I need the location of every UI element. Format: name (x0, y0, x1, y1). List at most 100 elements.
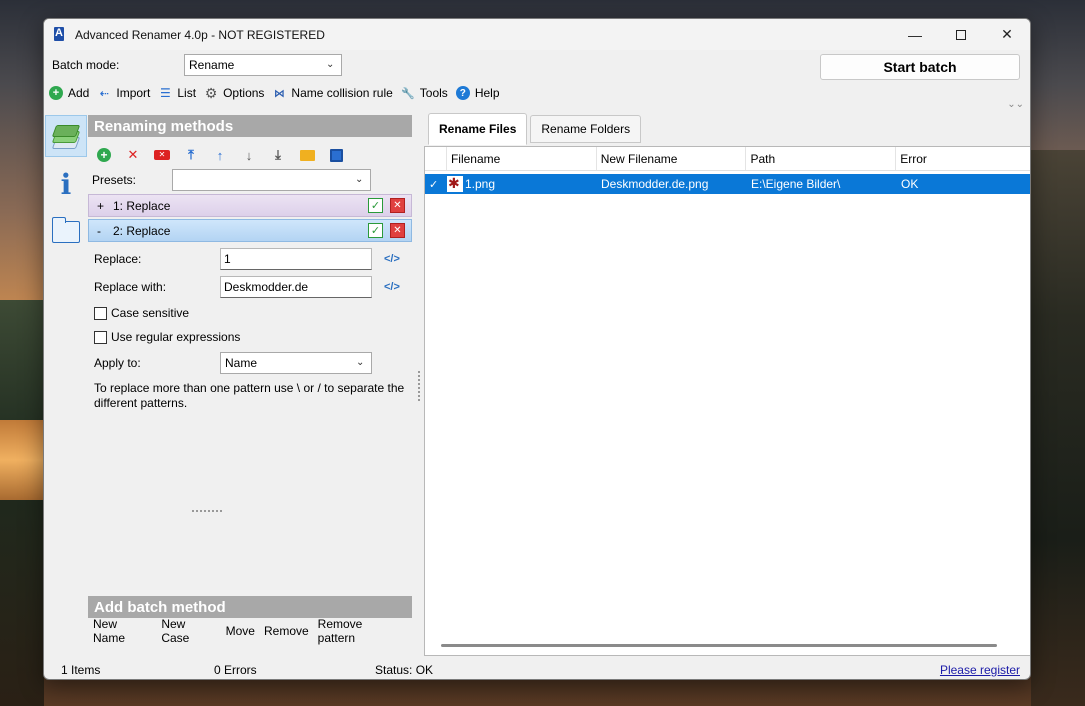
enable-checkbox[interactable]: ✓ (368, 198, 383, 213)
code-icon[interactable]: </> (384, 253, 400, 265)
move-up-button[interactable]: ↑ (212, 147, 228, 163)
expand-toggle[interactable]: + (97, 199, 113, 213)
case-sensitive-checkbox[interactable] (94, 306, 107, 320)
arrow-top-icon: ⤒ (188, 147, 194, 162)
arrow-bottom-icon: ⤓ (275, 147, 281, 162)
app-window: Advanced Renamer 4.0p - NOT REGISTERED —… (43, 18, 1031, 680)
register-link[interactable]: Please register (940, 663, 1020, 677)
move-bottom-button[interactable]: ⤓ (270, 147, 286, 163)
filename-value: 1.png (465, 177, 496, 191)
collapse-toggle[interactable]: - (97, 224, 113, 238)
replace-with-input[interactable]: Deskmodder.de (220, 276, 372, 298)
column-path[interactable]: Path (746, 147, 897, 170)
main-toolbar: + Add ⇠ Import ☰ List ⚙ Options ⋈ Name c… (49, 83, 508, 103)
apply-to-row: Apply to: Name ⌄ (88, 349, 412, 377)
add-button[interactable]: + Add (49, 86, 89, 100)
replace-row: Replace: 1 </> (88, 245, 412, 273)
tools-button[interactable]: 🔧 Tools (401, 86, 448, 100)
apply-to-select[interactable]: Name ⌄ (220, 352, 372, 374)
delete-method-button[interactable]: ✕ (390, 198, 405, 213)
enable-checkbox[interactable]: ✓ (368, 223, 383, 238)
layers-icon (51, 123, 81, 149)
list-label: List (177, 86, 197, 100)
column-filename[interactable]: Filename (447, 147, 597, 170)
batch-mode-select[interactable]: Rename ⌄ (184, 54, 342, 76)
apply-to-label: Apply to: (94, 356, 141, 370)
method-label: 1: Replace (113, 198, 171, 213)
options-button[interactable]: ⚙ Options (204, 85, 265, 101)
case-sensitive-label: Case sensitive (111, 306, 190, 320)
side-navigation: i (44, 115, 88, 259)
column-error[interactable]: Error (896, 147, 1030, 170)
code-icon[interactable]: </> (384, 281, 400, 293)
x-icon: ✕ (127, 147, 139, 162)
start-batch-button[interactable]: Start batch (820, 54, 1020, 80)
minimize-button[interactable]: — (892, 19, 938, 50)
list-icon: ☰ (159, 86, 171, 100)
title-bar: Advanced Renamer 4.0p - NOT REGISTERED —… (44, 19, 1030, 50)
desktop-background-right (1031, 150, 1085, 706)
add-icon: + (49, 86, 63, 100)
maximize-button[interactable] (938, 19, 984, 50)
add-method-button[interactable]: + (96, 147, 112, 163)
remove-all-button[interactable]: ✕ (154, 147, 170, 163)
move-top-button[interactable]: ⤒ (183, 147, 199, 163)
row-error: OK (901, 177, 919, 191)
status-bar: 1 Items 0 Errors Status: OK Please regis… (44, 659, 1030, 679)
help-button[interactable]: ? Help (455, 86, 500, 100)
replace-with-label: Replace with: (94, 280, 167, 294)
list-button[interactable]: ☰ List (158, 86, 196, 100)
table-row[interactable]: ✓ 1.png Deskmodder.de.png E:\Eigene Bild… (425, 174, 1030, 194)
presets-select[interactable]: ⌄ (172, 169, 371, 191)
horizontal-splitter[interactable] (192, 510, 222, 514)
tab-rename-files[interactable]: Rename Files (428, 113, 528, 145)
new-case-link[interactable]: New Case (161, 617, 216, 645)
chevron-down-icon: ⌄ (356, 357, 365, 368)
vertical-splitter[interactable] (418, 371, 422, 401)
method-row-1[interactable]: + 1: Replace ✓ ✕ (88, 194, 412, 217)
move-down-button[interactable]: ↓ (241, 147, 257, 163)
name-collision-rule-button[interactable]: ⋈ Name collision rule (272, 86, 393, 100)
options-label: Options (223, 86, 265, 100)
double-chevron-down-icon[interactable]: ⌄⌄ (1007, 99, 1024, 110)
add-label: Add (68, 86, 90, 100)
file-list: Filename New Filename Path Error ✓ 1.png… (424, 146, 1030, 656)
replace-with-value: Deskmodder.de (224, 280, 309, 294)
replace-input[interactable]: 1 (220, 248, 372, 270)
new-name-link[interactable]: New Name (93, 617, 152, 645)
horizontal-scrollbar[interactable] (441, 644, 997, 647)
save-icon (329, 148, 343, 162)
delete-method-button[interactable]: ✕ (390, 223, 405, 238)
renaming-methods-nav[interactable] (45, 115, 87, 157)
window-controls: — ✕ (892, 19, 1030, 50)
remove-method-button[interactable]: ✕ (125, 147, 141, 163)
save-preset-button[interactable] (328, 147, 344, 163)
regex-row[interactable]: Use regular expressions (88, 325, 412, 349)
folder-nav[interactable] (45, 211, 87, 253)
move-link[interactable]: Move (226, 624, 255, 638)
remove-pattern-link[interactable]: Remove pattern (318, 617, 403, 645)
method-row-2[interactable]: - 2: Replace ✓ ✕ (88, 219, 412, 242)
tab-rename-folders[interactable]: Rename Folders (530, 115, 642, 143)
replace-with-row: Replace with: Deskmodder.de </> (88, 273, 412, 301)
remove-link[interactable]: Remove (264, 624, 309, 638)
import-button[interactable]: ⇠ Import (97, 86, 151, 100)
case-sensitive-row[interactable]: Case sensitive (88, 301, 412, 325)
help-text: To replace more than one pattern use \ o… (94, 381, 405, 410)
x-icon: ✕ (393, 225, 402, 236)
row-check[interactable]: ✓ (425, 174, 447, 194)
folder-icon (52, 217, 80, 243)
presets-row: Presets: ⌄ (88, 168, 412, 192)
row-new-filename: Deskmodder.de.png (601, 177, 709, 191)
batch-mode-row: Batch mode: Rename ⌄ (52, 54, 342, 76)
info-nav[interactable]: i (45, 163, 87, 205)
column-new-filename[interactable]: New Filename (597, 147, 747, 170)
info-icon: i (60, 167, 72, 201)
column-check[interactable] (425, 147, 447, 170)
chevron-down-icon: ⌄ (326, 59, 335, 70)
regex-checkbox[interactable] (94, 330, 107, 344)
close-button[interactable]: ✕ (984, 19, 1030, 50)
minimize-icon: — (908, 26, 922, 43)
close-icon: ✕ (1001, 26, 1013, 42)
open-preset-button[interactable] (299, 147, 315, 163)
